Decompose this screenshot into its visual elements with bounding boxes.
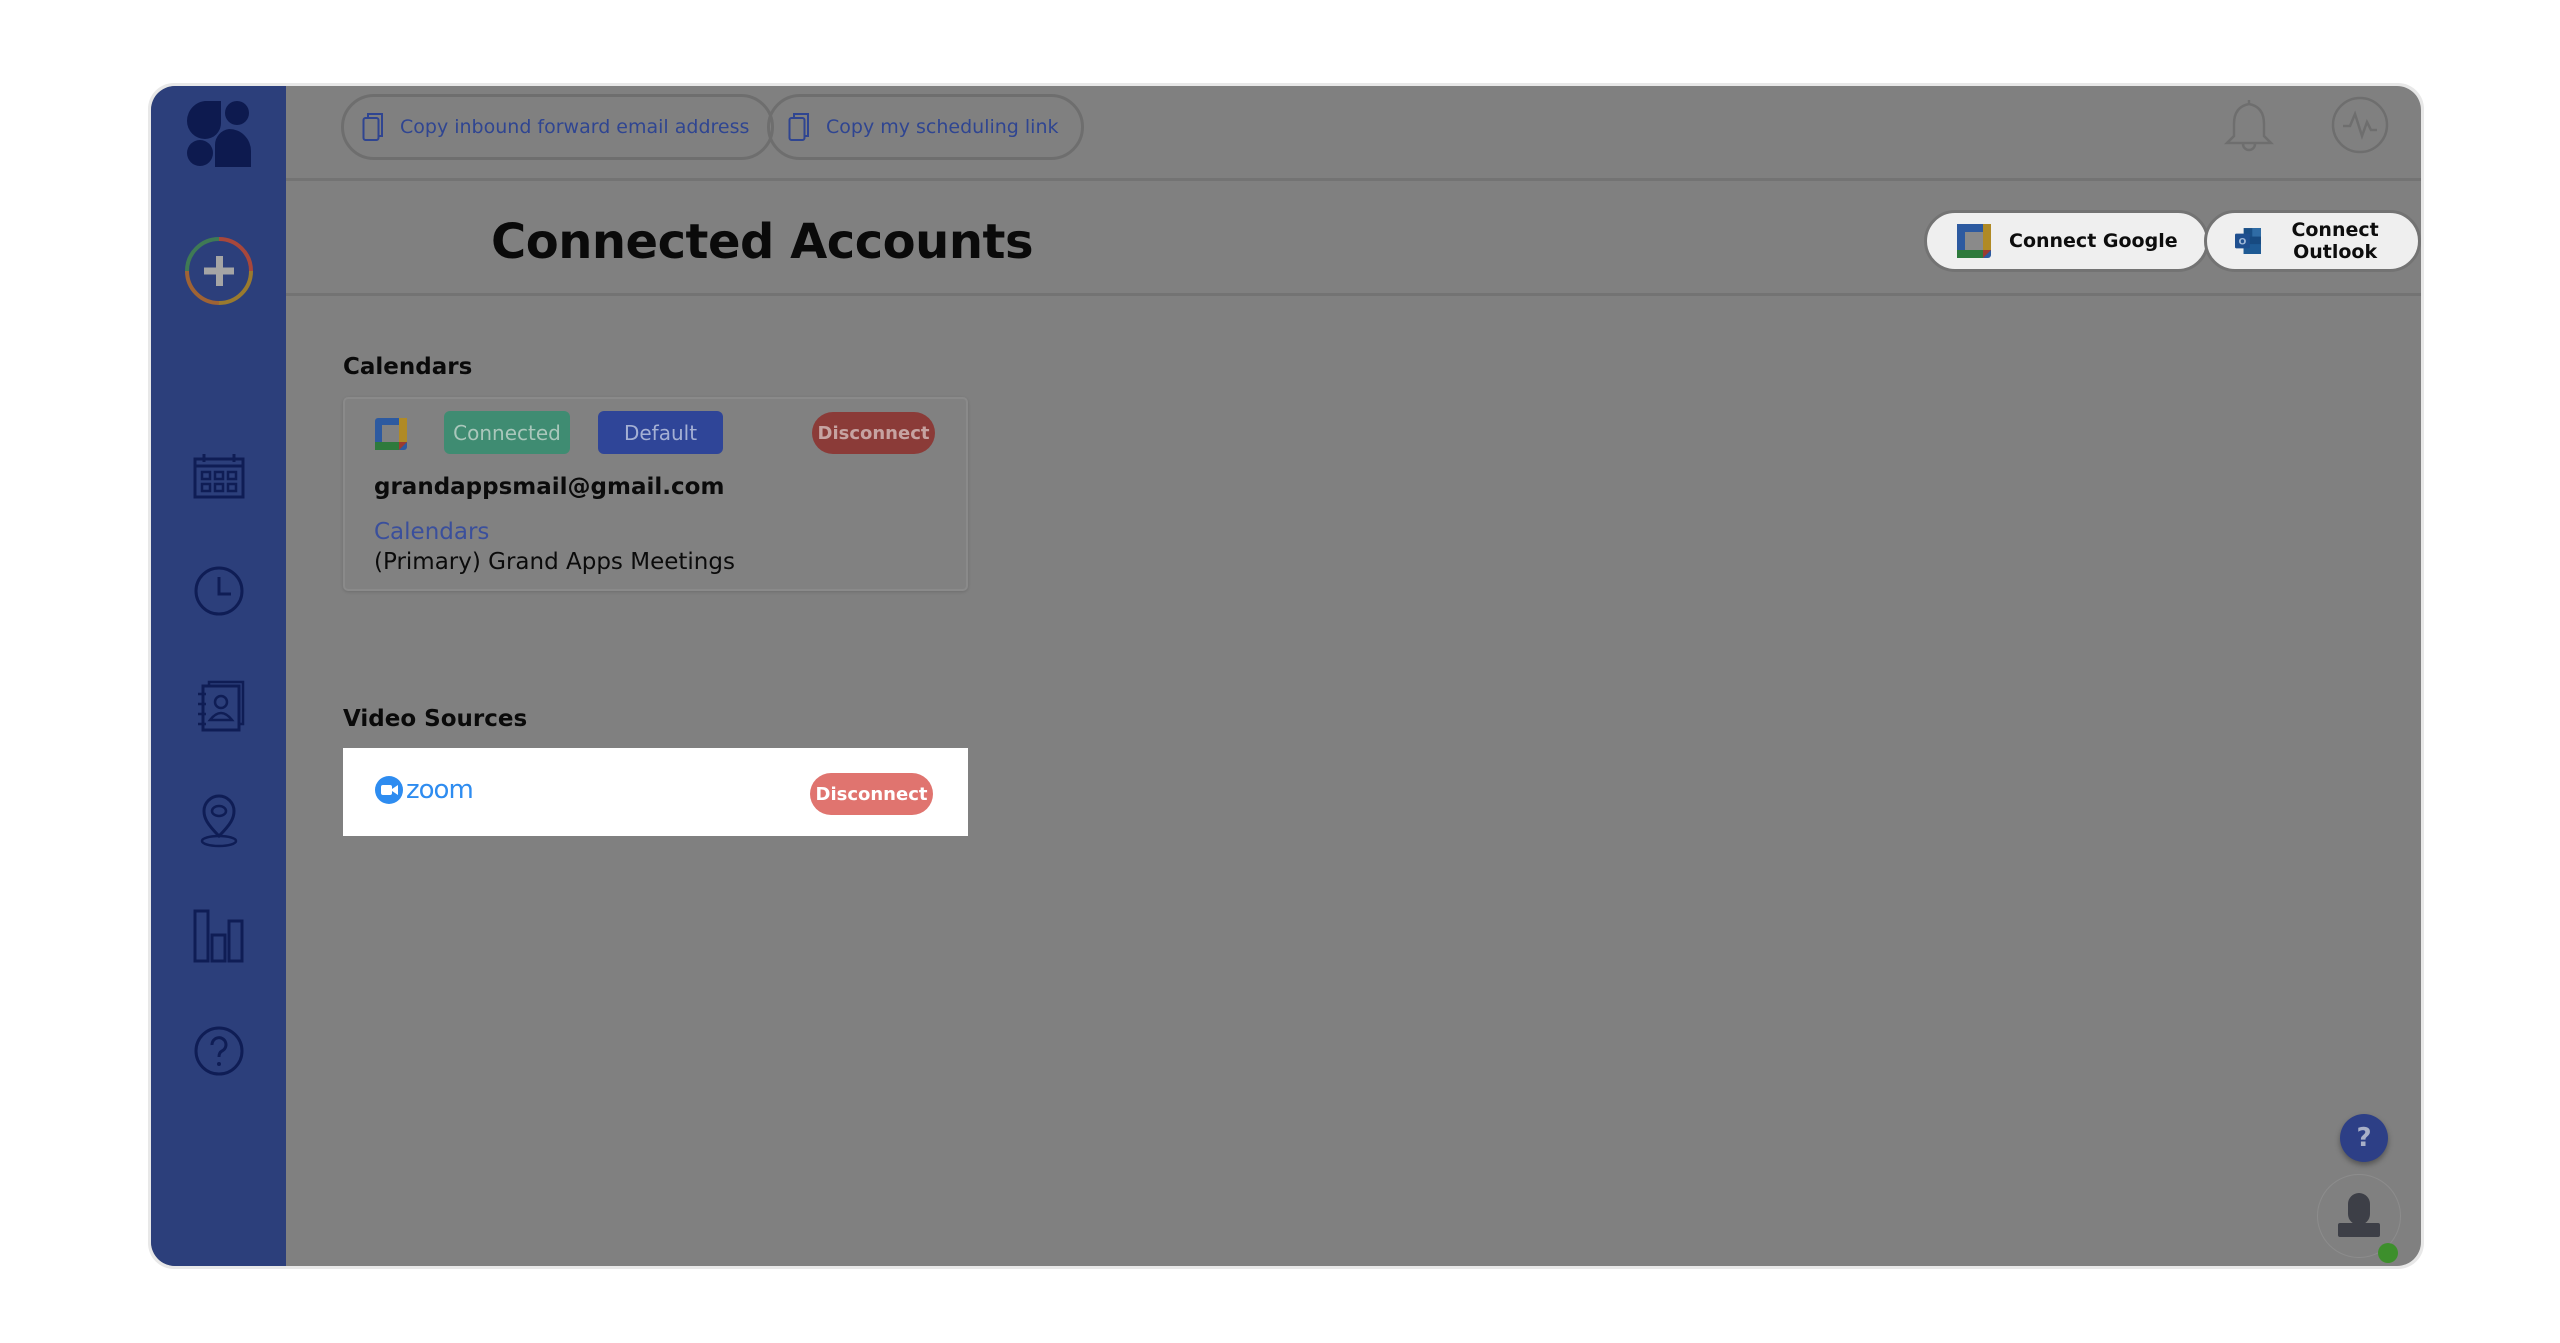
copy-forward-email-label: Copy inbound forward email address: [400, 116, 750, 138]
sidebar-item-history[interactable]: [151, 561, 286, 621]
copy-scheduling-link-label: Copy my scheduling link: [826, 116, 1059, 138]
page-header: Connected Accounts Connect Google O Conn…: [286, 184, 2421, 296]
agent-avatar-icon: [2338, 1193, 2380, 1237]
sidebar-item-contacts[interactable]: [151, 676, 286, 736]
bar-chart-icon: [193, 909, 243, 963]
copy-icon: [362, 113, 383, 141]
zoom-wordmark: zoom: [406, 775, 474, 805]
logo-icon: [186, 100, 251, 167]
calendars-link[interactable]: Calendars: [374, 519, 489, 545]
copy-icon: [788, 113, 809, 141]
calendar-account-card: Connected Default Disconnect grandappsma…: [343, 397, 968, 591]
sidebar-item-calendar[interactable]: [151, 446, 286, 506]
help-icon: [194, 1026, 243, 1076]
zoom-logo: zoom: [375, 775, 474, 805]
calendar-icon: [193, 454, 244, 499]
sidebar-item-help[interactable]: [151, 1021, 286, 1081]
help-chat-button[interactable]: ?: [2340, 1114, 2388, 1162]
connect-outlook-label: Connect Outlook: [2291, 219, 2379, 263]
outlook-icon: O: [2235, 228, 2261, 254]
svg-text:O: O: [2238, 237, 2246, 248]
sidebar-item-locations[interactable]: [151, 791, 286, 851]
calendar-disconnect-button[interactable]: Disconnect: [812, 412, 935, 454]
default-calendar-badge: Default: [598, 411, 723, 454]
google-calendar-icon: [375, 418, 407, 450]
page-title: Connected Accounts: [491, 214, 1034, 270]
notifications-button[interactable]: [2220, 96, 2278, 154]
location-pin-icon: [200, 794, 237, 848]
app-logo[interactable]: [151, 96, 286, 171]
zoom-disconnect-button[interactable]: Disconnect: [810, 773, 933, 815]
connected-status-badge: Connected: [444, 411, 570, 454]
video-sources-section-label: Video Sources: [343, 706, 528, 732]
zoom-camera-icon: [375, 776, 403, 804]
account-email: grandappsmail@gmail.com: [374, 474, 725, 500]
online-status-indicator: [2378, 1243, 2398, 1263]
calendar-name: (Primary) Grand Apps Meetings: [374, 549, 735, 575]
sidebar-item-create[interactable]: [151, 231, 286, 311]
copy-scheduling-link-button[interactable]: Copy my scheduling link: [767, 94, 1084, 160]
app-frame: Copy inbound forward email address Copy …: [148, 83, 2424, 1269]
clock-icon: [194, 566, 243, 616]
sidebar: [151, 86, 286, 1266]
bell-icon: [2223, 99, 2275, 152]
top-header: Copy inbound forward email address Copy …: [286, 86, 2421, 181]
activity-button[interactable]: [2331, 96, 2389, 154]
add-icon: [184, 237, 253, 305]
activity-icon: [2331, 96, 2389, 154]
connect-outlook-button[interactable]: O Connect Outlook: [2204, 210, 2421, 272]
copy-forward-email-button[interactable]: Copy inbound forward email address: [341, 94, 775, 160]
contacts-icon: [197, 680, 244, 732]
app-window: Copy inbound forward email address Copy …: [151, 86, 2421, 1266]
calendars-section-label: Calendars: [343, 354, 473, 380]
connect-google-label: Connect Google: [2009, 230, 2178, 252]
video-source-card: zoom Disconnect: [343, 748, 968, 836]
sidebar-item-reports[interactable]: [151, 906, 286, 966]
support-agent-widget[interactable]: [2317, 1174, 2401, 1263]
google-calendar-icon: [1957, 224, 1991, 258]
connect-google-button[interactable]: Connect Google: [1924, 210, 2209, 272]
